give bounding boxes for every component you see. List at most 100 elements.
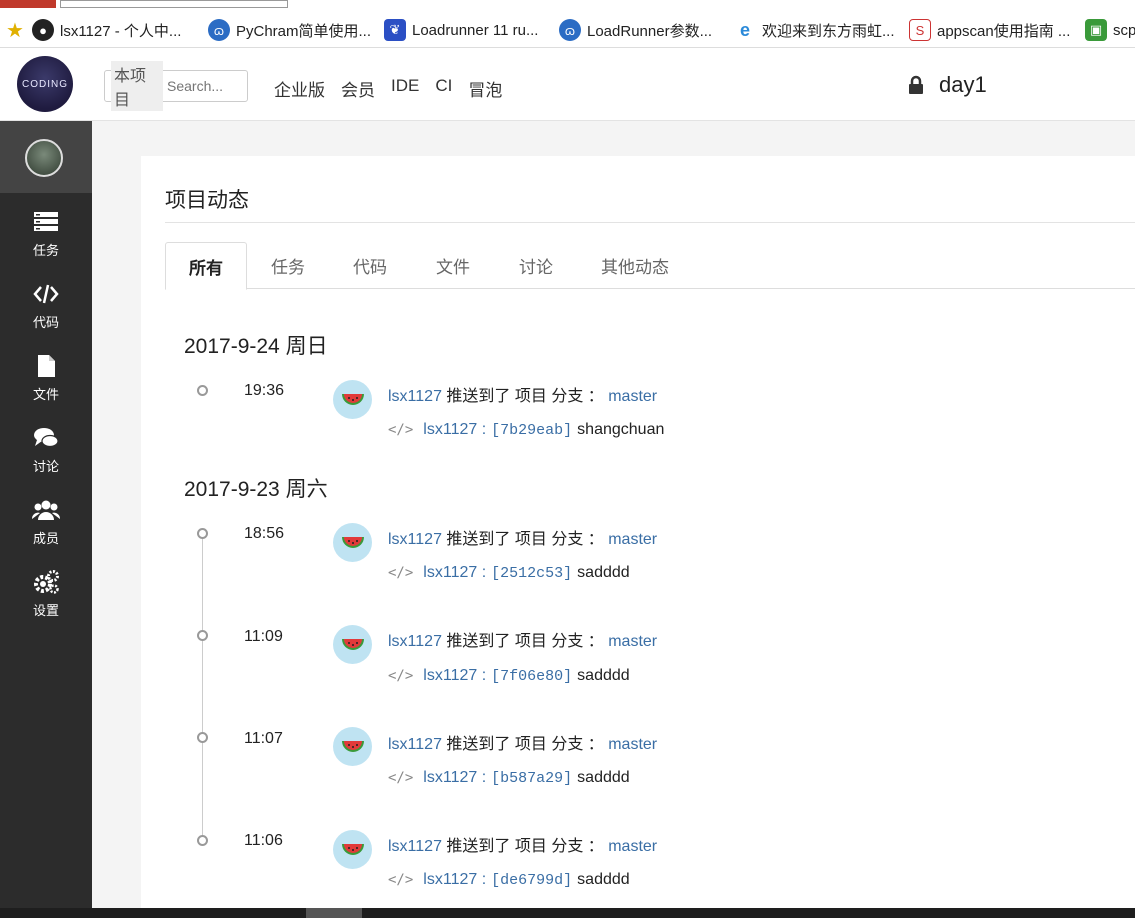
bookmark-label: scp xyxy=(1113,21,1135,39)
date-heading: 2017-9-24 周日 xyxy=(184,335,328,358)
branch-link[interactable]: master xyxy=(608,736,657,753)
project-name: day1 xyxy=(939,72,987,97)
event-user-link[interactable]: lsx1127 xyxy=(388,736,442,753)
commit-user-link[interactable]: lsx1127 : xyxy=(423,564,486,582)
watermelon-icon xyxy=(341,638,364,650)
bookmark-6[interactable]: ▣ scp xyxy=(1085,14,1135,46)
commit-line: </> lsx1127 : [7b29eab] shangchuan xyxy=(388,421,664,439)
bookmark-2[interactable]: ❦ Loadrunner 11 ru... xyxy=(384,14,538,46)
commit-hash-link[interactable]: [b587a29] xyxy=(491,770,572,787)
user-avatar[interactable] xyxy=(333,830,372,869)
tab-all[interactable]: 所有 xyxy=(165,242,247,290)
search-scope[interactable]: 本项目 xyxy=(111,61,163,111)
sidebar-item-members[interactable]: 成员 xyxy=(0,485,92,557)
sidebar-item-files[interactable]: 文件 xyxy=(0,341,92,413)
event-time: 11:09 xyxy=(244,628,283,645)
taskbar xyxy=(0,908,1135,918)
commit-hash-link[interactable]: [7f06e80] xyxy=(491,668,572,685)
user-avatar[interactable] xyxy=(333,380,372,419)
project-avatar[interactable] xyxy=(25,139,63,177)
timeline-dot xyxy=(197,732,208,743)
bookmark-4[interactable]: e 欢迎来到东方雨虹... xyxy=(734,14,895,46)
event-time: 19:36 xyxy=(244,382,285,399)
chat-icon xyxy=(34,427,59,447)
user-avatar[interactable] xyxy=(333,727,372,766)
bookmark-1[interactable]: ɷ PyChram简单使用... xyxy=(208,14,371,46)
tab-files[interactable]: 文件 xyxy=(412,242,494,289)
commit-hash-link[interactable]: [de6799d] xyxy=(491,872,572,889)
commit-hash-link[interactable]: [7b29eab] xyxy=(491,422,572,439)
nav-ci[interactable]: CI xyxy=(435,76,452,101)
branch-link[interactable]: master xyxy=(608,531,657,548)
sidebar-item-code[interactable]: 代码 xyxy=(0,269,92,341)
sidebar: 任务 代码 文件 讨论 成员 设置 xyxy=(0,121,92,918)
search-box[interactable]: 本项目 xyxy=(104,61,248,111)
branch-link[interactable]: master xyxy=(608,838,657,855)
event-description: lsx1127 推送到了 项目 分支 ： master xyxy=(388,382,657,406)
commit-message: sadddd xyxy=(577,769,630,786)
timeline-dot xyxy=(197,528,208,539)
taskbar-item[interactable] xyxy=(306,908,362,918)
event-action: 推送到了 项目 分支 ： xyxy=(446,633,604,650)
sidebar-item-label: 设置 xyxy=(32,602,59,618)
event-user-link[interactable]: lsx1127 xyxy=(388,388,442,405)
project-avatar-wrap[interactable] xyxy=(0,121,92,193)
bookmark-label: Loadrunner 11 ru... xyxy=(412,21,539,39)
sidebar-item-settings[interactable]: 设置 xyxy=(0,557,92,629)
top-header: CODING 本项目 企业版 会员 IDE CI 冒泡 day1 xyxy=(0,48,1135,121)
user-avatar[interactable] xyxy=(333,523,372,562)
watermelon-icon xyxy=(341,843,364,855)
event-description: lsx1127 推送到了 项目 分支 ： master xyxy=(388,525,657,549)
event-time: 11:06 xyxy=(244,832,283,849)
branch-link[interactable]: master xyxy=(608,633,657,650)
nav-ide[interactable]: IDE xyxy=(391,76,419,101)
bookmark-5[interactable]: S appscan使用指南 ... xyxy=(909,14,1070,46)
sidebar-item-label: 任务 xyxy=(32,242,59,258)
bookmark-star-icon[interactable]: ★ xyxy=(4,14,32,46)
event-time: 18:56 xyxy=(244,525,285,542)
bookmark-0[interactable]: ● lsx1127 - 个人中... xyxy=(32,14,181,46)
top-nav: 企业版 会员 IDE CI 冒泡 xyxy=(274,76,502,101)
sidebar-item-discussion[interactable]: 讨论 xyxy=(0,413,92,485)
tab-code[interactable]: 代码 xyxy=(329,242,411,289)
tab-other[interactable]: 其他动态 xyxy=(585,242,685,289)
coding-logo[interactable]: CODING xyxy=(17,56,73,112)
project-title: day1 xyxy=(906,72,987,98)
user-avatar[interactable] xyxy=(333,625,372,664)
commit-hash-link[interactable]: [2512c53] xyxy=(491,565,572,582)
nav-enterprise[interactable]: 企业版 xyxy=(274,76,325,101)
event-user-link[interactable]: lsx1127 xyxy=(388,531,442,548)
nav-member[interactable]: 会员 xyxy=(341,76,375,101)
commit-user-link[interactable]: lsx1127 : xyxy=(423,769,486,787)
event-description: lsx1127 推送到了 项目 分支 ： master xyxy=(388,832,657,856)
branch-link[interactable]: master xyxy=(608,388,657,405)
watermelon-icon xyxy=(341,393,364,405)
event-description: lsx1127 推送到了 项目 分支 ： master xyxy=(388,627,657,651)
nav-bubble[interactable]: 冒泡 xyxy=(468,76,502,101)
commit-user-link[interactable]: lsx1127 : xyxy=(423,667,486,685)
sidebar-item-label: 文件 xyxy=(32,386,59,402)
bookmark-3[interactable]: ɷ LoadRunner参数... xyxy=(559,14,712,46)
sidebar-item-label: 成员 xyxy=(32,530,59,546)
page-title: 项目动态 xyxy=(165,189,249,212)
bookmark-label: appscan使用指南 ... xyxy=(937,22,1071,40)
tab-tasks[interactable]: 任务 xyxy=(247,242,329,289)
activity-tabs: 所有 任务 代码 文件 讨论 其他动态 xyxy=(165,242,1135,290)
commit-line: </> lsx1127 : [7f06e80] sadddd xyxy=(388,667,630,685)
activity-panel: 项目动态 所有 任务 代码 文件 讨论 其他动态 2017-9-24 周日 19… xyxy=(141,156,1135,908)
commit-user-link[interactable]: lsx1127 : xyxy=(423,871,486,889)
settings-icon xyxy=(34,569,59,594)
bookmarks-bar: ★ ● lsx1127 - 个人中... ɷ PyChram简单使用... ❦ … xyxy=(0,0,1135,48)
commit-user-link[interactable]: lsx1127 : xyxy=(423,421,486,439)
bookmark-label: lsx1127 - 个人中... xyxy=(60,22,182,40)
event-action: 推送到了 项目 分支 ： xyxy=(446,531,604,548)
event-action: 推送到了 项目 分支 ： xyxy=(446,736,604,753)
sidebar-item-label: 讨论 xyxy=(32,458,59,474)
watermelon-icon xyxy=(341,536,364,548)
tab-discussion[interactable]: 讨论 xyxy=(495,242,577,289)
sidebar-item-label: 代码 xyxy=(32,314,59,330)
search-input[interactable] xyxy=(167,78,247,94)
event-user-link[interactable]: lsx1127 xyxy=(388,838,442,855)
event-user-link[interactable]: lsx1127 xyxy=(388,633,442,650)
sidebar-item-tasks[interactable]: 任务 xyxy=(0,197,92,269)
